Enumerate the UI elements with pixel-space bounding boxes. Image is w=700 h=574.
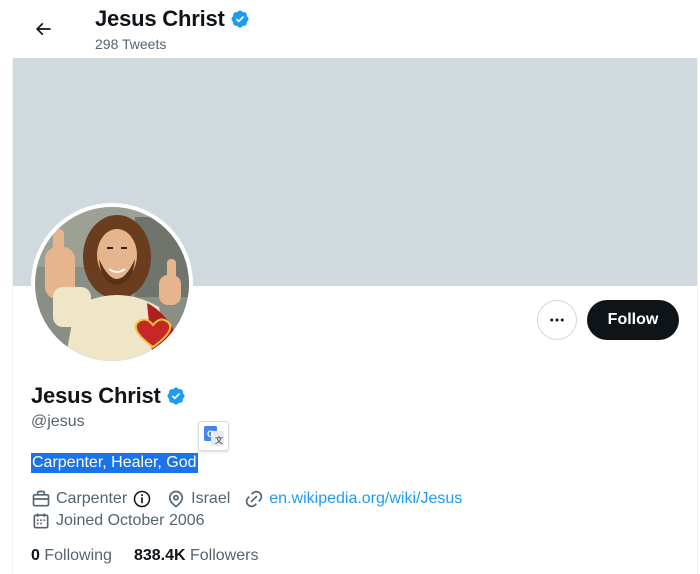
back-button[interactable] [26, 12, 60, 46]
verified-badge-icon [230, 9, 250, 29]
followers-link[interactable]: 838.4K Followers [134, 547, 259, 565]
avatar-image [35, 207, 189, 361]
svg-text:文: 文 [215, 435, 224, 445]
avatar[interactable] [31, 203, 193, 365]
arrow-left-icon [33, 19, 53, 39]
briefcase-icon [31, 489, 51, 509]
svg-text:G: G [207, 429, 214, 439]
occupation-item: Carpenter [31, 489, 152, 509]
profile-bio: Carpenter, Healer, God [31, 453, 198, 473]
profile-name: Jesus Christ [31, 383, 161, 408]
website-item: en.wikipedia.org/wiki/Jesus [244, 489, 462, 509]
info-icon[interactable] [132, 489, 152, 509]
following-count: 0 [31, 547, 40, 564]
follow-button[interactable]: Follow [587, 300, 679, 340]
website-link[interactable]: en.wikipedia.org/wiki/Jesus [269, 490, 462, 508]
profile-joined-row: Joined October 2006 [31, 510, 219, 532]
occupation-text: Carpenter [56, 490, 128, 507]
profile-header: Jesus Christ 298 Tweets [0, 0, 700, 58]
calendar-icon [31, 511, 51, 531]
joined-item: Joined October 2006 [31, 511, 205, 531]
profile-handle: @jesus [31, 413, 85, 430]
link-icon [244, 489, 264, 509]
joined-text: Joined October 2006 [56, 512, 205, 529]
follow-stats: 0 Following 838.4K Followers [31, 547, 258, 565]
tweet-count: 298 Tweets [95, 36, 167, 52]
following-label: Following [44, 547, 112, 564]
google-translate-icon: G 文 [203, 426, 224, 446]
following-link[interactable]: 0 Following [31, 547, 112, 565]
more-dots-icon [548, 311, 566, 329]
profile-name-row: Jesus Christ [31, 383, 186, 409]
profile-meta-row: Carpenter Israel en.wikipedia.org/wiki/J… [31, 488, 476, 510]
location-text: Israel [191, 490, 231, 507]
verified-badge-icon [166, 386, 186, 406]
location-item: Israel [166, 489, 230, 509]
followers-count: 838.4K [133, 547, 186, 564]
header-name: Jesus Christ [95, 6, 225, 31]
followers-label: Followers [190, 547, 259, 564]
header-title: Jesus Christ [95, 6, 250, 32]
translate-button[interactable]: G 文 [198, 421, 229, 451]
location-pin-icon [166, 489, 186, 509]
more-options-button[interactable] [537, 300, 577, 340]
